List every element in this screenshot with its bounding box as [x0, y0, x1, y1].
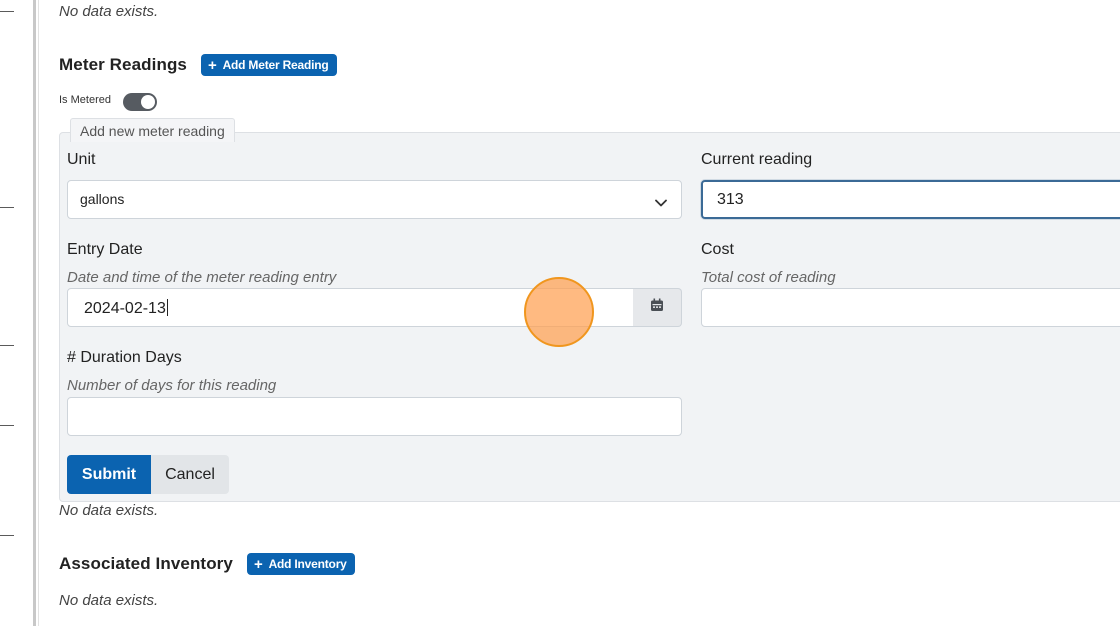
associated-inventory-empty-text: No data exists. [59, 592, 159, 609]
gutter-tick [0, 11, 14, 12]
duration-days-input[interactable] [67, 397, 682, 436]
gutter-tick [0, 345, 14, 346]
associated-inventory-title: Associated Inventory [59, 554, 233, 573]
add-meter-reading-label: Add Meter Reading [222, 58, 329, 72]
toggle-knob [141, 95, 155, 109]
submit-button[interactable]: Submit [67, 455, 151, 494]
meter-readings-title: Meter Readings [59, 55, 187, 74]
add-inventory-button[interactable]: + Add Inventory [247, 553, 355, 575]
cancel-button[interactable]: Cancel [151, 455, 229, 494]
cost-help: Total cost of reading [701, 269, 836, 286]
unit-select[interactable]: gallons [67, 180, 682, 219]
calendar-icon [650, 298, 664, 317]
add-inventory-label: Add Inventory [268, 557, 347, 571]
plus-icon: + [254, 555, 263, 573]
entry-date-label: Entry Date [67, 241, 143, 258]
gutter-divider-inner [38, 0, 39, 626]
date-picker-button[interactable] [633, 288, 682, 327]
cost-input[interactable] [701, 288, 1120, 327]
entry-date-value-wrap: 2024-02-13 [84, 299, 168, 318]
add-meter-reading-button[interactable]: + Add Meter Reading [201, 54, 337, 76]
form-legend: Add new meter reading [70, 118, 235, 142]
meter-readings-empty-text: No data exists. [59, 502, 159, 519]
current-reading-value: 313 [717, 191, 744, 208]
plus-icon: + [208, 56, 217, 74]
text-cursor [166, 299, 168, 316]
is-metered-toggle[interactable] [123, 93, 157, 111]
gutter-tick [0, 207, 14, 208]
empty-state-text: No data exists. [59, 3, 159, 20]
current-reading-label: Current reading [701, 151, 813, 168]
left-gutter [0, 0, 44, 626]
chevron-down-icon [655, 194, 667, 212]
current-reading-input[interactable]: 313 [701, 180, 1120, 219]
duration-days-help: Number of days for this reading [67, 377, 277, 394]
unit-label: Unit [67, 151, 96, 168]
entry-date-help: Date and time of the meter reading entry [67, 269, 337, 286]
is-metered-label: Is Metered [59, 94, 111, 106]
duration-days-label: # Duration Days [67, 349, 182, 366]
gutter-divider [33, 0, 36, 626]
click-indicator [524, 277, 594, 347]
cost-label: Cost [701, 241, 734, 258]
entry-date-value: 2024-02-13 [84, 300, 166, 317]
gutter-tick [0, 425, 14, 426]
gutter-tick [0, 535, 14, 536]
unit-select-value: gallons [80, 191, 125, 207]
